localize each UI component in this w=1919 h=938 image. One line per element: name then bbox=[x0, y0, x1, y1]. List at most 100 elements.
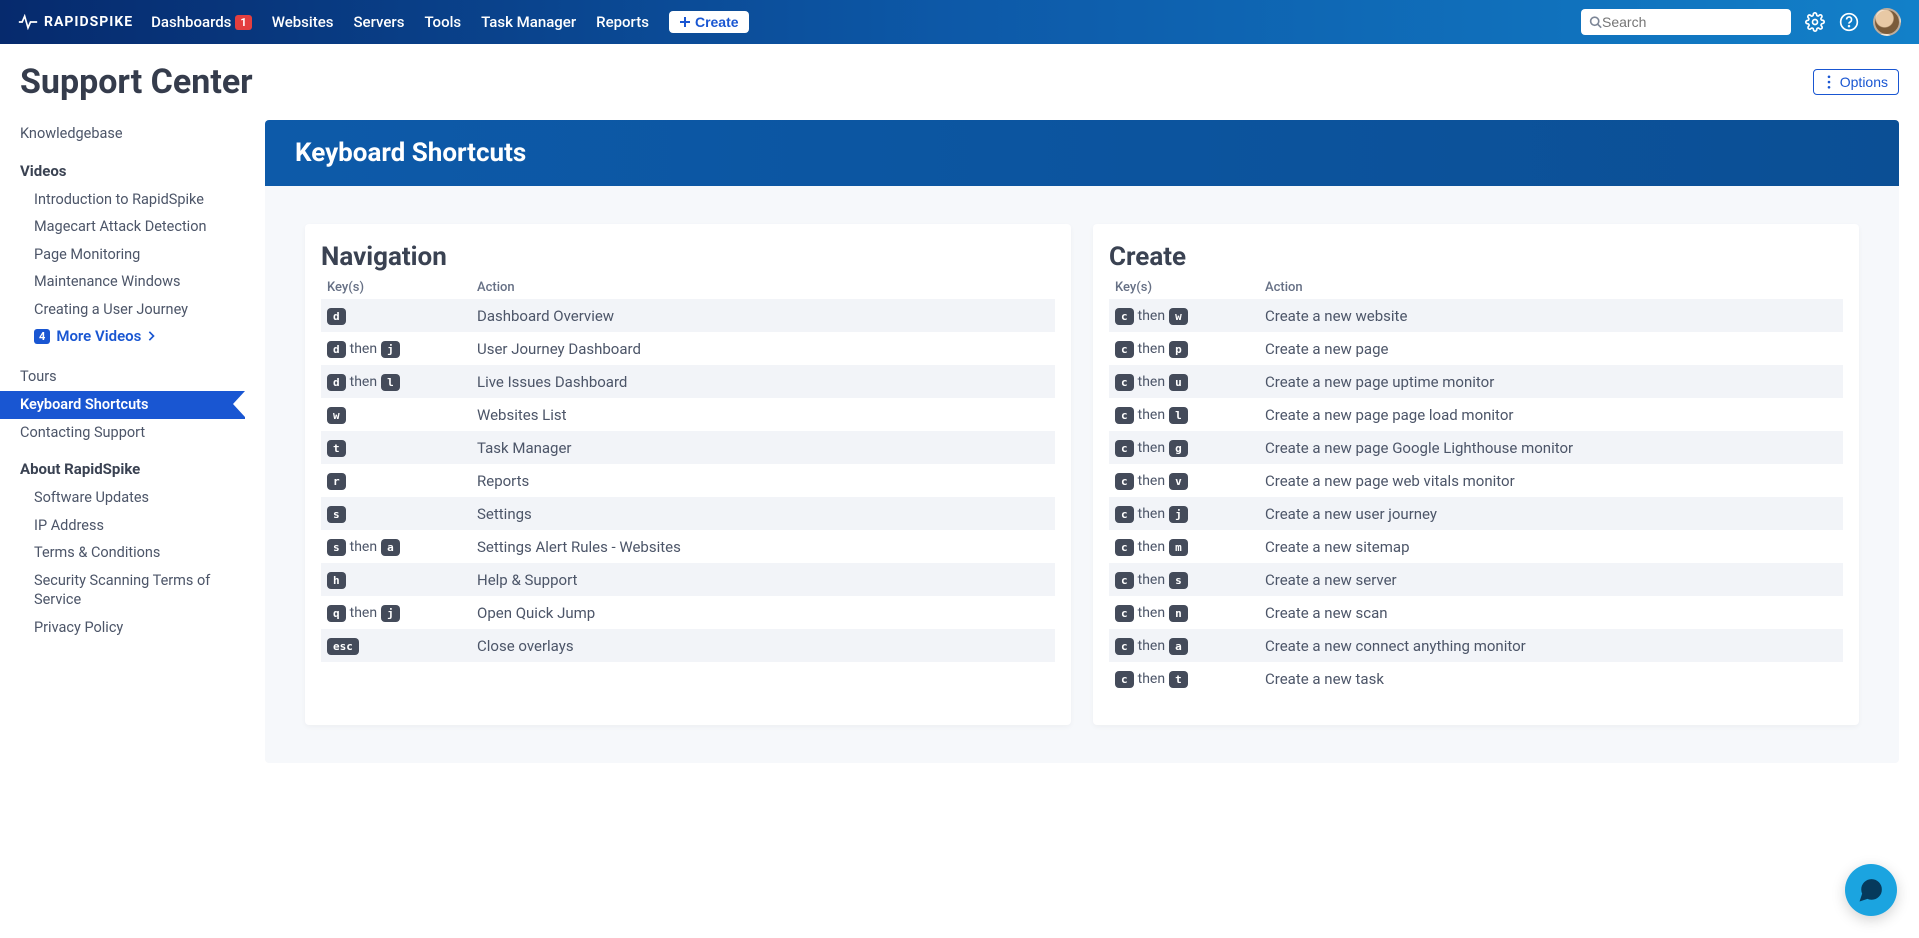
key-badge: d bbox=[327, 374, 346, 391]
create-button[interactable]: Create bbox=[669, 11, 749, 33]
sidebar: Knowledgebase Videos Introduction to Rap… bbox=[20, 120, 245, 763]
create-button-label: Create bbox=[695, 14, 739, 30]
nav-servers-label: Servers bbox=[353, 13, 404, 31]
shortcut-row: cthenwCreate a new website bbox=[1109, 299, 1843, 332]
search-input[interactable] bbox=[1602, 14, 1783, 30]
sidebar-section-videos: Videos bbox=[20, 162, 245, 180]
shortcut-keys: cthenw bbox=[1109, 299, 1259, 332]
shortcut-keys: esc bbox=[321, 629, 471, 662]
sidebar-item-intro[interactable]: Introduction to RapidSpike bbox=[20, 186, 245, 214]
sidebar-item-contacting-support[interactable]: Contacting Support bbox=[20, 419, 245, 447]
nav-task-manager-label: Task Manager bbox=[481, 13, 576, 31]
shortcut-action: Live Issues Dashboard bbox=[471, 365, 1055, 398]
shortcut-keys: cthena bbox=[1109, 629, 1259, 662]
then-separator: then bbox=[1138, 539, 1165, 555]
key-badge: a bbox=[381, 539, 400, 556]
shortcut-action: Create a new connect anything monitor bbox=[1259, 629, 1843, 662]
shortcut-keys: h bbox=[321, 563, 471, 596]
key-badge: l bbox=[381, 374, 400, 391]
key-badge: c bbox=[1115, 407, 1134, 424]
then-separator: then bbox=[1138, 572, 1165, 588]
nav-reports[interactable]: Reports bbox=[596, 13, 649, 31]
col-action: Action bbox=[1259, 276, 1843, 299]
sidebar-label: Software Updates bbox=[34, 489, 149, 506]
then-separator: then bbox=[1138, 407, 1165, 423]
nav-websites[interactable]: Websites bbox=[272, 13, 334, 31]
shortcut-keys: cthent bbox=[1109, 662, 1259, 695]
col-action: Action bbox=[471, 276, 1055, 299]
sidebar-label: Tours bbox=[20, 368, 57, 385]
sidebar-item-software-updates[interactable]: Software Updates bbox=[20, 484, 245, 512]
then-separator: then bbox=[1138, 473, 1165, 489]
search-box[interactable] bbox=[1581, 9, 1791, 35]
shortcut-row: wWebsites List bbox=[321, 398, 1055, 431]
sidebar-item-creating-journey[interactable]: Creating a User Journey bbox=[20, 296, 245, 324]
nav-links: Dashboards 1 Websites Servers Tools Task… bbox=[151, 11, 748, 33]
then-separator: then bbox=[350, 539, 377, 555]
nav-tools[interactable]: Tools bbox=[424, 13, 461, 31]
nav-servers[interactable]: Servers bbox=[353, 13, 404, 31]
sidebar-item-ip-address[interactable]: IP Address bbox=[20, 512, 245, 540]
shortcut-row: cthenaCreate a new connect anything moni… bbox=[1109, 629, 1843, 662]
key-badge: l bbox=[1169, 407, 1188, 424]
then-separator: then bbox=[1138, 308, 1165, 324]
sidebar-item-page-monitoring[interactable]: Page Monitoring bbox=[20, 241, 245, 269]
sidebar-item-keyboard-shortcuts[interactable]: Keyboard Shortcuts bbox=[0, 391, 245, 419]
sidebar-label: Security Scanning Terms of Service bbox=[34, 572, 210, 609]
nav-dashboards[interactable]: Dashboards 1 bbox=[151, 13, 252, 31]
nav-reports-label: Reports bbox=[596, 13, 649, 31]
help-icon[interactable] bbox=[1839, 12, 1859, 32]
brand-logo[interactable]: RAPIDSPIKE bbox=[18, 14, 133, 30]
shortcut-row: cthengCreate a new page Google Lighthous… bbox=[1109, 431, 1843, 464]
key-badge: r bbox=[327, 473, 346, 490]
shortcut-row: escClose overlays bbox=[321, 629, 1055, 662]
key-badge: w bbox=[327, 407, 346, 424]
sidebar-item-maintenance[interactable]: Maintenance Windows bbox=[20, 268, 245, 296]
sidebar-item-privacy[interactable]: Privacy Policy bbox=[20, 614, 245, 642]
nav-dashboards-label: Dashboards bbox=[151, 13, 231, 31]
sidebar-item-knowledgebase[interactable]: Knowledgebase bbox=[20, 120, 245, 148]
shortcut-action: Create a new task bbox=[1259, 662, 1843, 695]
key-badge: d bbox=[327, 341, 346, 358]
brand-text: RAPIDSPIKE bbox=[44, 14, 133, 30]
then-separator: then bbox=[1138, 341, 1165, 357]
chat-fab[interactable] bbox=[1845, 864, 1897, 916]
shortcut-row: dthenlLive Issues Dashboard bbox=[321, 365, 1055, 398]
sidebar-item-tours[interactable]: Tours bbox=[20, 363, 245, 391]
shortcut-keys: w bbox=[321, 398, 471, 431]
shortcut-keys: d bbox=[321, 299, 471, 332]
chevron-right-icon bbox=[147, 331, 155, 341]
key-badge: c bbox=[1115, 671, 1134, 688]
key-badge: p bbox=[1169, 341, 1188, 358]
sidebar-item-magecart[interactable]: Magecart Attack Detection bbox=[20, 213, 245, 241]
settings-icon[interactable] bbox=[1805, 12, 1825, 32]
main-content: Keyboard Shortcuts Navigation Key(s) Act… bbox=[265, 120, 1899, 763]
shortcut-row: cthentCreate a new task bbox=[1109, 662, 1843, 695]
avatar[interactable] bbox=[1873, 8, 1901, 36]
shortcut-row: sSettings bbox=[321, 497, 1055, 530]
page-title: Support Center bbox=[20, 62, 253, 102]
shortcut-action: Create a new sitemap bbox=[1259, 530, 1843, 563]
shortcut-row: qthenjOpen Quick Jump bbox=[321, 596, 1055, 629]
sidebar-item-security-terms[interactable]: Security Scanning Terms of Service bbox=[20, 567, 245, 614]
shortcut-row: sthenaSettings Alert Rules - Websites bbox=[321, 530, 1055, 563]
shortcut-action: Create a new user journey bbox=[1259, 497, 1843, 530]
more-videos-label: More Videos bbox=[56, 327, 141, 345]
key-badge: c bbox=[1115, 506, 1134, 523]
sidebar-more-videos[interactable]: 4 More Videos bbox=[20, 323, 245, 349]
shortcut-keys: r bbox=[321, 464, 471, 497]
topnav-right bbox=[1581, 8, 1901, 36]
shortcut-row: dthenjUser Journey Dashboard bbox=[321, 332, 1055, 365]
key-badge: t bbox=[1169, 671, 1188, 688]
options-button[interactable]: Options bbox=[1813, 69, 1899, 95]
key-badge: c bbox=[1115, 572, 1134, 589]
shortcut-action: Create a new website bbox=[1259, 299, 1843, 332]
shortcut-keys: cthenn bbox=[1109, 596, 1259, 629]
shortcut-row: cthenmCreate a new sitemap bbox=[1109, 530, 1843, 563]
key-badge: h bbox=[327, 572, 346, 589]
sidebar-item-terms[interactable]: Terms & Conditions bbox=[20, 539, 245, 567]
shortcut-action: Open Quick Jump bbox=[471, 596, 1055, 629]
key-badge: c bbox=[1115, 473, 1134, 490]
nav-task-manager[interactable]: Task Manager bbox=[481, 13, 576, 31]
shortcut-keys: sthena bbox=[321, 530, 471, 563]
